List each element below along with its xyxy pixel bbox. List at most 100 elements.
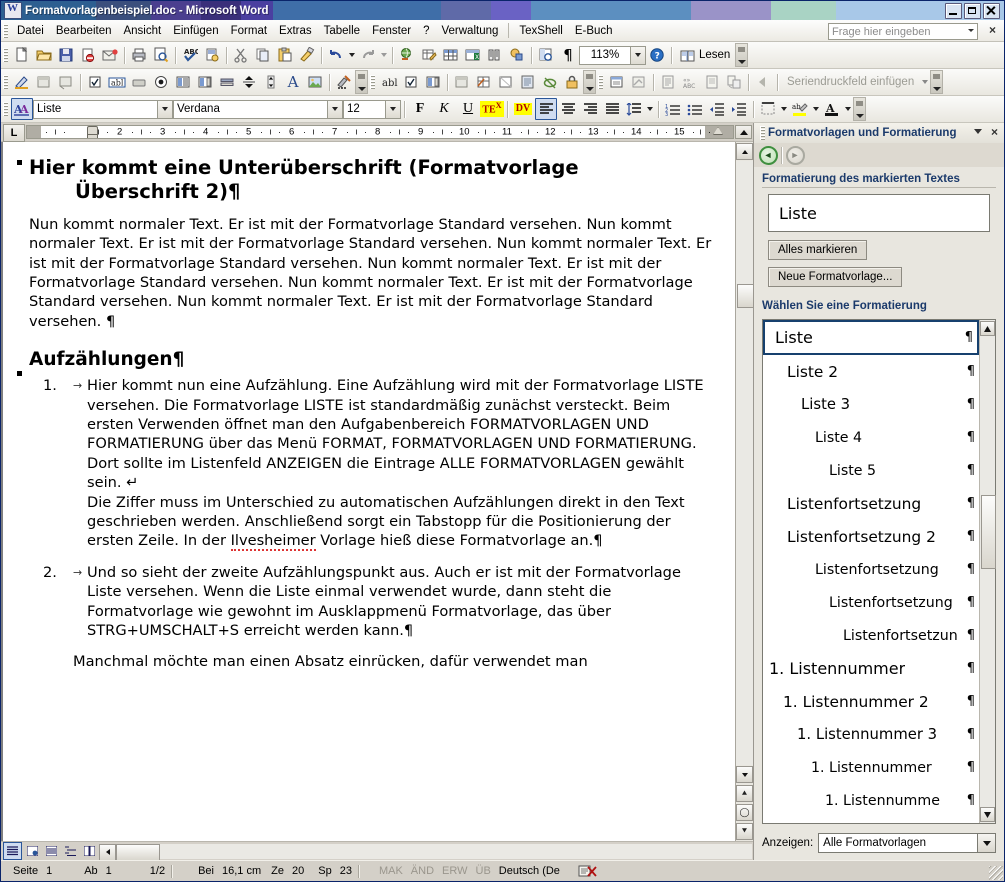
minimize-button[interactable]	[945, 3, 962, 19]
tab-stop-selector[interactable]: L	[3, 124, 25, 142]
ask-a-question-box[interactable]: Frage hier eingeben	[828, 23, 978, 40]
print-preview-icon[interactable]	[150, 44, 172, 66]
form-field-options-icon[interactable]	[451, 71, 473, 93]
toolbar-gripper-mailmerge[interactable]	[598, 75, 603, 89]
view-merged-data-icon[interactable]	[628, 71, 650, 93]
pilcrow-show-formatting-icon[interactable]: ¶	[557, 44, 579, 66]
scrollbar-control-icon[interactable]	[260, 71, 282, 93]
checkbox-form-field-icon[interactable]	[400, 71, 422, 93]
menu-item-fenster[interactable]: Fenster	[366, 23, 417, 39]
help-question-icon[interactable]: ?	[646, 44, 668, 66]
chevron-down-icon[interactable]	[974, 129, 982, 134]
read-button[interactable]: Lesen	[675, 47, 735, 64]
spin-button-icon[interactable]	[238, 71, 260, 93]
controls-toolbar-overflow-button[interactable]	[355, 70, 368, 94]
borders-icon[interactable]	[757, 98, 779, 120]
menu-item-format[interactable]: Format	[225, 23, 273, 39]
toolbar-gripper-forms[interactable]	[370, 75, 375, 89]
menu-item-einfuegen[interactable]: Einfügen	[167, 23, 224, 39]
show-combobox[interactable]: Alle Formatvorlagen	[818, 833, 996, 853]
style-list-item[interactable]: 1. Listennumme ¶	[763, 784, 979, 817]
toolbar-overflow-button[interactable]	[735, 43, 749, 67]
style-list-item[interactable]: Listenfortsetzung 2 ¶	[763, 520, 979, 553]
style-dropdown-icon[interactable]	[158, 99, 173, 119]
status-erw[interactable]: ERW	[438, 865, 471, 877]
insert-hyperlink-icon[interactable]	[396, 44, 418, 66]
highlight-merge-fields-icon[interactable]	[657, 71, 679, 93]
print-layout-view-icon[interactable]	[43, 843, 60, 859]
new-document-icon[interactable]	[11, 44, 33, 66]
print-icon[interactable]	[128, 44, 150, 66]
numbered-list-icon[interactable]: 123	[662, 98, 684, 120]
insert-merge-field-label[interactable]: Seriendruckfeld einfügen	[781, 76, 920, 88]
bulleted-list-icon[interactable]	[684, 98, 706, 120]
menu-item-verwaltung[interactable]: Verwaltung	[435, 23, 504, 39]
open-folder-icon[interactable]	[33, 44, 55, 66]
scroll-left-button[interactable]	[99, 843, 116, 861]
status-ub[interactable]: ÜB	[472, 865, 495, 877]
forms-toolbar-overflow-button[interactable]	[583, 70, 596, 94]
command-button-icon[interactable]	[128, 71, 150, 93]
scroll-down-button[interactable]	[736, 766, 753, 783]
menu-item-tabelle[interactable]: Tabelle	[318, 23, 366, 39]
toolbar-gripper-formatting[interactable]	[3, 102, 8, 116]
textbox-control-icon[interactable]: abl	[106, 71, 128, 93]
style-list-item[interactable]: Liste ¶	[763, 320, 979, 355]
styles-list-scrollbar[interactable]	[979, 320, 996, 823]
drawing-icon[interactable]	[506, 44, 528, 66]
insert-excel-sheet-icon[interactable]: X	[462, 44, 484, 66]
scroll-up-button[interactable]	[736, 143, 753, 160]
option-button-icon[interactable]	[150, 71, 172, 93]
style-list-item[interactable]: 1. Listennummer ¶	[763, 652, 979, 685]
zoom-combobox[interactable]: 113%	[579, 45, 631, 65]
font-color-icon[interactable]: A	[821, 98, 843, 120]
protect-form-lock-icon[interactable]	[561, 71, 583, 93]
borders-dropdown-icon[interactable]	[779, 98, 789, 120]
undo-dropdown-icon[interactable]	[347, 44, 357, 66]
image-control-icon[interactable]	[304, 71, 326, 93]
maximize-button[interactable]	[964, 3, 981, 19]
style-list-item[interactable]: Liste 5 ¶	[763, 454, 979, 487]
tables-and-borders-icon[interactable]	[418, 44, 440, 66]
formatting-toolbar-overflow-button[interactable]	[853, 97, 866, 121]
document-map-icon[interactable]	[535, 44, 557, 66]
line-spacing-icon[interactable]	[623, 98, 645, 120]
new-style-button[interactable]: Neue Formatvorlage...	[768, 267, 903, 287]
form-shading-icon[interactable]	[517, 71, 539, 93]
styles-scroll-thumb[interactable]	[981, 495, 996, 569]
check-errors-icon[interactable]	[723, 71, 745, 93]
insert-merge-field-dropdown-icon[interactable]	[920, 71, 930, 93]
styles-and-formatting-icon[interactable]: AA	[11, 98, 33, 120]
insert-word-field-icon[interactable]	[606, 71, 628, 93]
insert-table-icon[interactable]	[440, 44, 462, 66]
styles-scroll-down-button[interactable]	[980, 807, 995, 822]
style-list-item[interactable]: Listenfortsetzun ¶	[763, 619, 979, 652]
close-document-button[interactable]: ×	[989, 23, 996, 37]
menu-item-ansicht[interactable]: Ansicht	[117, 23, 167, 39]
scroll-thumb[interactable]	[737, 284, 754, 308]
decrease-indent-icon[interactable]	[706, 98, 728, 120]
task-pane-gripper[interactable]	[760, 126, 765, 140]
ruler-body[interactable]: · · · · 2 · · 3 · · 4 · ·	[26, 125, 734, 139]
menu-item-bearbeiten[interactable]: Bearbeiten	[50, 23, 118, 39]
font-dropdown-icon[interactable]	[328, 99, 343, 119]
style-list-item[interactable]: Listenfortsetzung ¶	[763, 553, 979, 586]
horizontal-scroll-track[interactable]	[160, 843, 752, 859]
mail-recipient-icon[interactable]	[99, 44, 121, 66]
paste-clipboard-icon[interactable]	[274, 44, 296, 66]
next-page-button[interactable]: ⯆	[736, 823, 753, 840]
redo-dropdown-icon[interactable]	[379, 44, 389, 66]
more-controls-icon[interactable]	[333, 71, 355, 93]
increase-indent-icon[interactable]	[728, 98, 750, 120]
first-record-icon[interactable]	[752, 71, 774, 93]
design-mode-pencil-icon[interactable]	[11, 71, 33, 93]
listbox-control-icon[interactable]	[172, 71, 194, 93]
reading-layout-view-icon[interactable]	[81, 843, 98, 859]
menu-item-texshell[interactable]: TexShell	[513, 23, 568, 39]
font-size-combobox[interactable]: 12	[343, 99, 386, 119]
forward-arrow-icon[interactable]: ►	[785, 145, 805, 165]
left-indent-marker[interactable]	[87, 134, 98, 138]
format-painter-brush-icon[interactable]	[296, 44, 318, 66]
style-list-item[interactable]: 1. Listennummer 2 ¶	[763, 685, 979, 718]
align-justify-icon[interactable]	[601, 98, 623, 120]
